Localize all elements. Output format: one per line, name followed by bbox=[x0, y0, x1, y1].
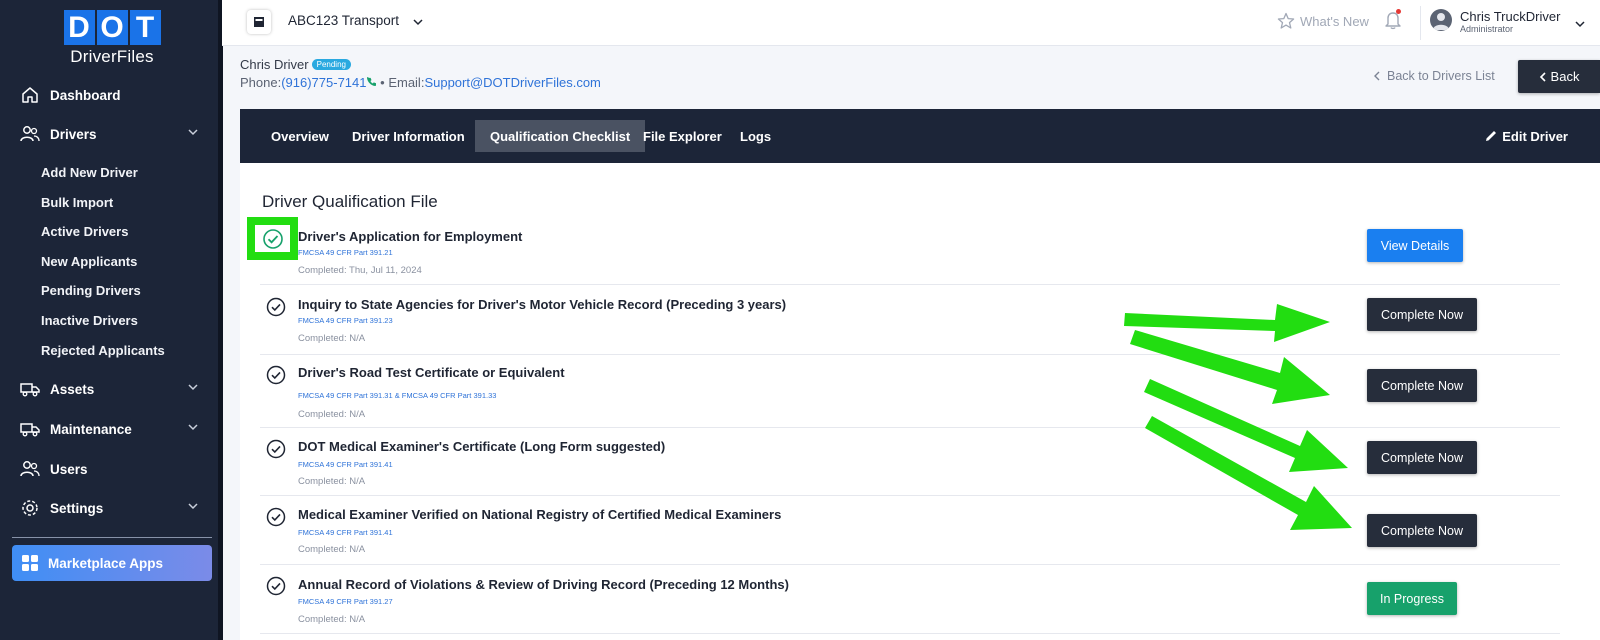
annotation-arrows bbox=[1124, 304, 1352, 530]
